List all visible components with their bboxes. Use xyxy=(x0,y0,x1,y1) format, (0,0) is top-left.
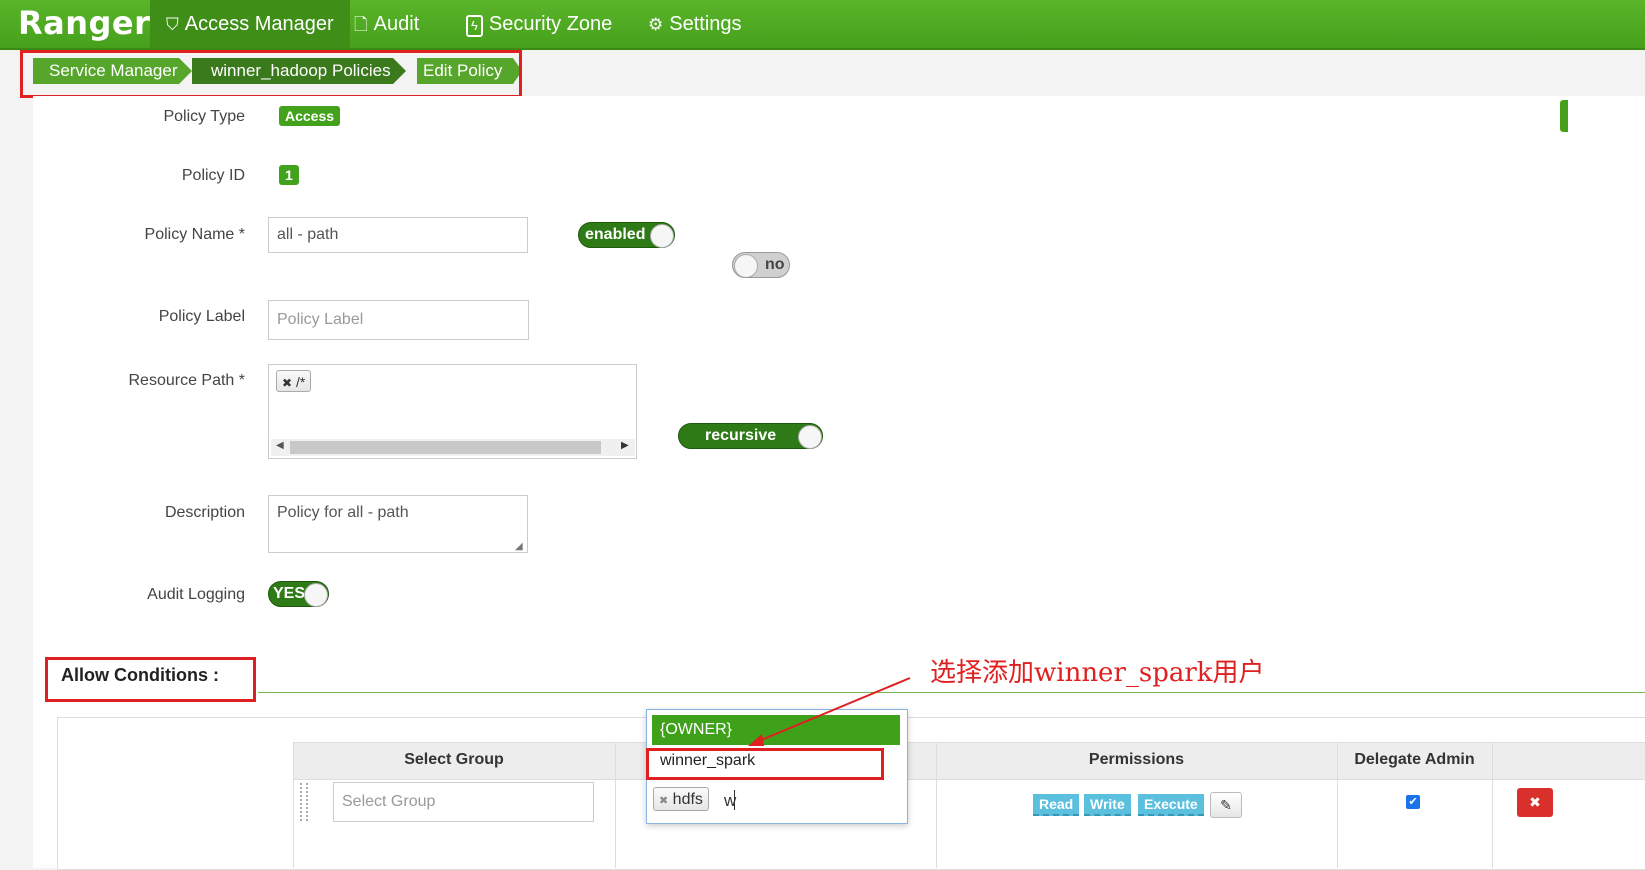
nav-audit-label: Audit xyxy=(373,13,420,35)
policy-type-badge: Access xyxy=(279,106,341,126)
resource-path-tag-label: /* xyxy=(295,374,306,390)
permission-execute[interactable]: Execute xyxy=(1138,794,1204,816)
audit-logging-toggle[interactable]: YES xyxy=(268,581,329,607)
policy-label-label: Policy Label xyxy=(158,308,245,325)
zone-bolt-icon: ϟ xyxy=(466,15,483,37)
audit-logging-label: Audit Logging xyxy=(147,586,245,603)
resource-path-tag[interactable]: ✖ /* xyxy=(276,370,312,392)
normal-toggle-label: no xyxy=(765,256,785,273)
header-select-group: Select Group xyxy=(404,751,504,768)
allow-conditions-highlight-box xyxy=(45,657,256,702)
brand-logo[interactable]: Ranger xyxy=(18,4,150,42)
description-textarea[interactable]: Policy for all - path xyxy=(268,495,528,553)
recursive-toggle[interactable]: recursive xyxy=(678,423,823,449)
normal-toggle[interactable]: no xyxy=(732,252,790,278)
delete-row-button[interactable]: ✖ xyxy=(1517,788,1553,817)
section-divider xyxy=(258,692,1645,693)
text-cursor xyxy=(734,790,735,810)
header-delegate-admin: Delegate Admin xyxy=(1354,751,1475,768)
enabled-toggle-label: enabled xyxy=(585,226,646,243)
breadcrumb-highlight-box xyxy=(20,50,522,98)
scroll-left-icon[interactable]: ◀ xyxy=(276,440,284,451)
gear-icon: ⚙ xyxy=(648,15,664,34)
remove-tag-icon[interactable]: ✖ xyxy=(659,795,668,807)
remove-tag-icon[interactable]: ✖ xyxy=(282,376,292,390)
file-icon: 🗋 xyxy=(354,15,368,34)
policy-type-label: Policy Type xyxy=(163,108,245,125)
scrollbar-thumb[interactable] xyxy=(290,441,601,454)
column-divider xyxy=(1492,742,1493,868)
toggle-knob xyxy=(734,254,758,277)
delegate-admin-checkbox[interactable]: ✔ xyxy=(1406,795,1420,809)
horizontal-scrollbar[interactable]: ◀ ▶ xyxy=(271,439,635,456)
policy-id-label: Policy ID xyxy=(181,167,245,184)
recursive-toggle-label: recursive xyxy=(705,427,777,444)
scroll-right-icon[interactable]: ▶ xyxy=(621,440,629,451)
user-tag-hdfs[interactable]: ✖ hdfs xyxy=(653,787,709,811)
description-label: Description xyxy=(164,504,245,521)
policy-name-input[interactable]: all - path xyxy=(268,217,528,253)
policy-label-input[interactable]: Policy Label xyxy=(268,300,529,340)
drag-handle-icon[interactable] xyxy=(300,783,308,821)
resize-handle-icon[interactable]: ◢ xyxy=(515,541,523,552)
policy-id-badge: 1 xyxy=(279,165,299,185)
user-tag-label: hdfs xyxy=(672,791,703,808)
permission-write[interactable]: Write xyxy=(1084,794,1131,816)
audit-logging-toggle-label: YES xyxy=(273,585,306,602)
nav-settings-label: Settings xyxy=(669,13,742,35)
nav-security-zone-label: Security Zone xyxy=(488,13,613,35)
annotation-arrow-icon xyxy=(748,677,911,746)
nav-audit[interactable]: 🗋 Audit xyxy=(338,0,435,48)
nav-security-zone[interactable]: ϟ Security Zone xyxy=(450,0,628,48)
nav-settings[interactable]: ⚙ Settings xyxy=(632,0,758,48)
annotation-text: 选择添加winner_spark用户 xyxy=(930,658,1265,688)
nav-access-manager-label: Access Manager xyxy=(184,13,334,35)
nav-access-manager[interactable]: ⛉ Access Manager xyxy=(150,0,350,48)
enabled-toggle[interactable]: enabled xyxy=(578,222,675,248)
column-divider xyxy=(615,742,616,868)
policy-name-label: Policy Name * xyxy=(144,226,245,243)
toggle-knob xyxy=(304,583,328,607)
permission-read[interactable]: Read xyxy=(1033,794,1080,816)
select-group-input[interactable]: Select Group xyxy=(333,782,594,822)
toggle-knob xyxy=(650,224,674,248)
resource-path-label: Resource Path * xyxy=(128,372,245,389)
header-permissions: Permissions xyxy=(1088,751,1185,768)
side-button-edge[interactable] xyxy=(1560,100,1568,132)
edit-permissions-pencil-icon[interactable]: ✎ xyxy=(1210,792,1242,818)
toggle-knob xyxy=(798,425,822,449)
shield-icon: ⛉ xyxy=(166,15,179,34)
